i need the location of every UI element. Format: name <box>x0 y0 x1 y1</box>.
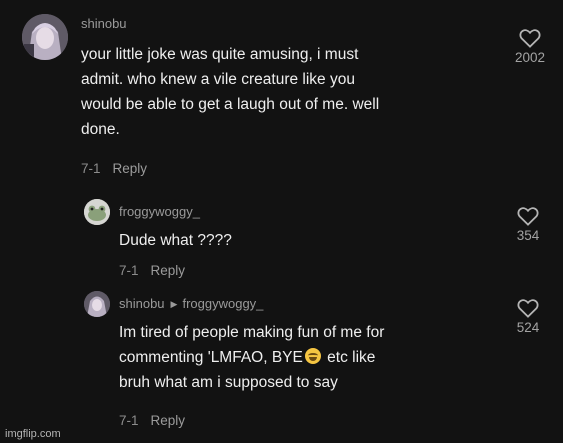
comment-text-line: done. <box>81 121 120 138</box>
anime-avatar-icon[interactable] <box>84 291 110 317</box>
like-button[interactable]: 524 <box>503 298 553 335</box>
like-button[interactable]: 2002 <box>505 28 555 65</box>
comment-date: 7-1 <box>81 161 101 176</box>
comment-meta: 7-1 Reply <box>119 413 185 428</box>
like-count: 524 <box>516 320 540 335</box>
reply-button[interactable]: Reply <box>151 413 186 428</box>
watermark: imgflip.com <box>5 428 61 440</box>
reply-button[interactable]: Reply <box>113 161 148 176</box>
comment-username[interactable]: shinobu <box>81 16 127 31</box>
comment-meta: 7-1 Reply <box>81 161 147 176</box>
comment-text-line: commenting 'LMFAO, BYE etc like <box>119 348 376 366</box>
heart-icon[interactable] <box>517 206 539 226</box>
comment-text: Dude what ???? <box>119 228 479 253</box>
comment-text-line: would be able to get a laugh out of me. … <box>81 96 380 113</box>
heart-icon[interactable] <box>519 28 541 48</box>
like-count: 2002 <box>514 50 546 65</box>
comment-text-line: bruh what am i supposed to say <box>119 374 338 391</box>
reply-to-username[interactable]: froggywoggy_ <box>182 296 263 311</box>
comment-author[interactable]: shinobu <box>119 296 165 311</box>
reply-button[interactable]: Reply <box>151 263 186 278</box>
comment-text-line: Im tired of people making fun of me for <box>119 324 385 341</box>
heart-icon[interactable] <box>517 298 539 318</box>
comment-username[interactable]: froggywoggy_ <box>119 204 200 219</box>
comment-date: 7-1 <box>119 413 139 428</box>
comment-text-line: admit. who knew a vile creature like you <box>81 71 355 88</box>
comment-username[interactable]: shinobu ▶ froggywoggy_ <box>119 296 263 311</box>
anime-avatar-icon[interactable] <box>22 14 68 60</box>
crying-laughing-emoji <box>304 348 321 364</box>
comment-meta: 7-1 Reply <box>119 263 185 278</box>
comment-text: your little joke was quite amusing, i mu… <box>81 42 501 142</box>
reply-arrow-icon: ▶ <box>170 299 178 309</box>
comment-text: Im tired of people making fun of me for … <box>119 320 499 395</box>
like-count: 354 <box>516 228 540 243</box>
frog-avatar-icon[interactable] <box>84 199 110 225</box>
comment-date: 7-1 <box>119 263 139 278</box>
like-button[interactable]: 354 <box>503 206 553 243</box>
comment-text-line: Dude what ???? <box>119 232 232 249</box>
comment-text-line: your little joke was quite amusing, i mu… <box>81 46 359 63</box>
